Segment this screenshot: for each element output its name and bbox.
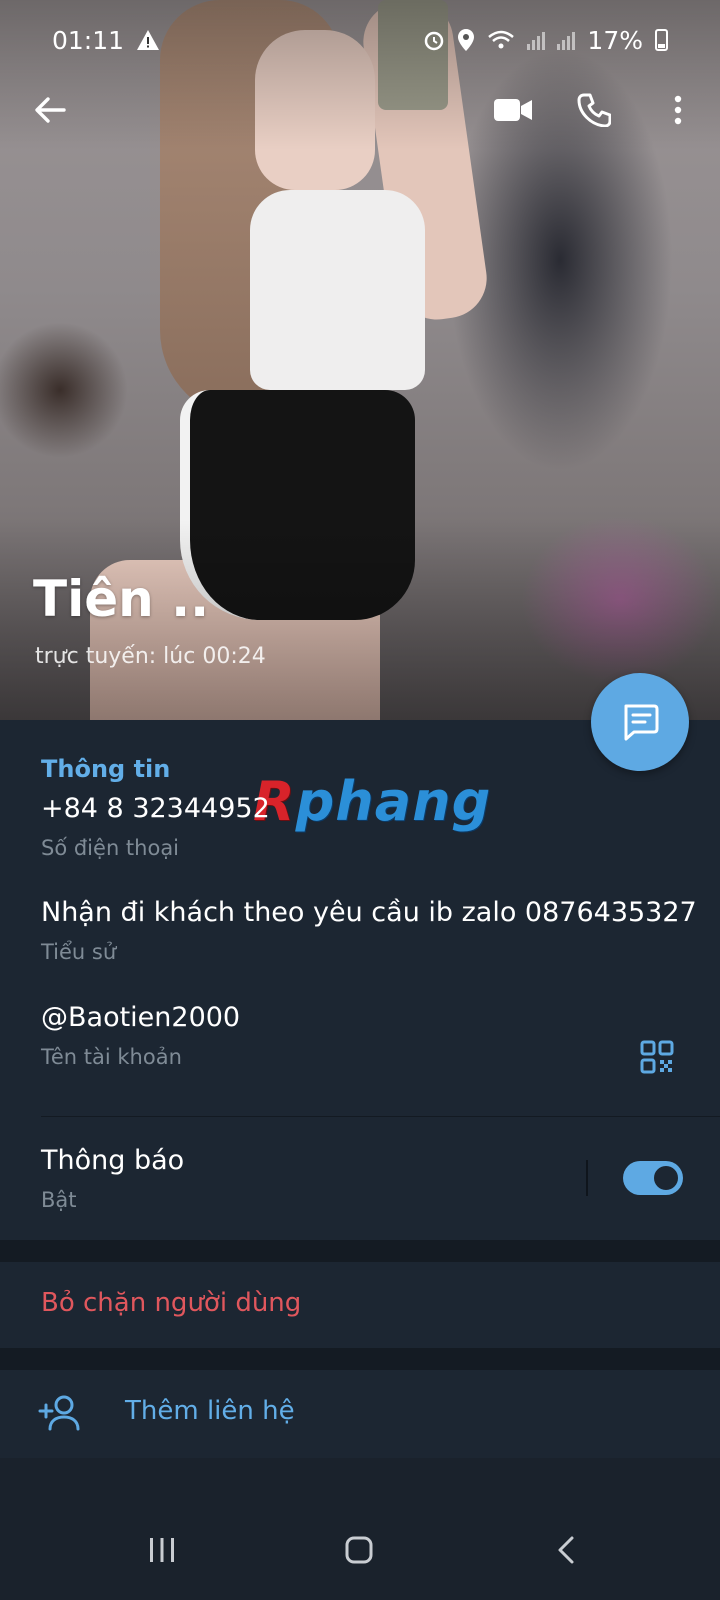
recent-apps-button[interactable] — [142, 1530, 182, 1570]
warning-icon — [137, 30, 160, 50]
section-gap — [0, 1240, 720, 1262]
qr-code-icon — [640, 1040, 674, 1074]
toggle-knob — [651, 1163, 681, 1193]
username-label: Tên tài khoản — [41, 1045, 182, 1069]
location-icon — [458, 29, 475, 51]
more-button[interactable] — [656, 86, 700, 134]
watermark-rest: phang — [295, 770, 492, 833]
notifications-title[interactable]: Thông báo — [41, 1145, 184, 1176]
add-contact-row[interactable] — [0, 1370, 720, 1458]
battery-percent: 17% — [587, 25, 643, 55]
bio-text[interactable]: Nhận đi khách theo yêu cầu ib zalo 08764… — [41, 897, 697, 928]
system-nav-bar — [0, 1500, 720, 1600]
recent-apps-icon — [150, 1538, 174, 1562]
profile-name: Tiên .. — [33, 570, 210, 628]
battery-icon — [655, 29, 668, 51]
home-button[interactable] — [339, 1530, 379, 1570]
phone-number[interactable]: +84 8 32344952 — [41, 793, 270, 824]
wifi-icon — [488, 30, 515, 49]
username[interactable]: @Baotien2000 — [41, 1002, 240, 1033]
video-call-button[interactable] — [488, 88, 538, 132]
message-icon — [624, 704, 659, 741]
signal-icon-2 — [557, 30, 576, 50]
notifications-state: Bật — [41, 1188, 77, 1212]
add-contact-button[interactable]: Thêm liên hệ — [125, 1396, 295, 1426]
alarm-icon — [425, 31, 444, 51]
signal-icon — [527, 30, 546, 50]
divider — [41, 1116, 720, 1117]
status-time: 01:11 — [52, 25, 125, 55]
status-bar: 01:11 17% — [0, 0, 720, 80]
send-message-button[interactable] — [591, 673, 689, 771]
back-nav-button[interactable] — [546, 1530, 586, 1570]
section-gap-2 — [0, 1348, 720, 1370]
home-icon — [345, 1536, 373, 1564]
watermark-logo: Rphang — [253, 770, 491, 833]
phone-label: Số điện thoại — [41, 836, 180, 860]
toggle-separator — [586, 1160, 588, 1196]
more-vertical-icon — [674, 95, 682, 125]
call-button[interactable] — [570, 86, 618, 134]
add-user-icon — [38, 1395, 80, 1431]
qr-code-button[interactable] — [640, 1040, 674, 1074]
back-button[interactable] — [28, 88, 72, 132]
bio-label: Tiểu sử — [41, 940, 117, 964]
photo-top — [250, 190, 425, 390]
video-camera-icon — [494, 99, 532, 121]
phone-icon — [577, 93, 611, 127]
arrow-left-icon — [35, 97, 66, 123]
section-title-info: Thông tin — [41, 755, 171, 783]
unblock-user-button[interactable]: Bỏ chặn người dùng — [41, 1288, 301, 1318]
chevron-left-icon — [558, 1536, 574, 1564]
notifications-toggle[interactable] — [623, 1161, 683, 1195]
profile-last-seen: trực tuyến: lúc 00:24 — [35, 644, 266, 669]
top-action-bar — [0, 78, 720, 142]
